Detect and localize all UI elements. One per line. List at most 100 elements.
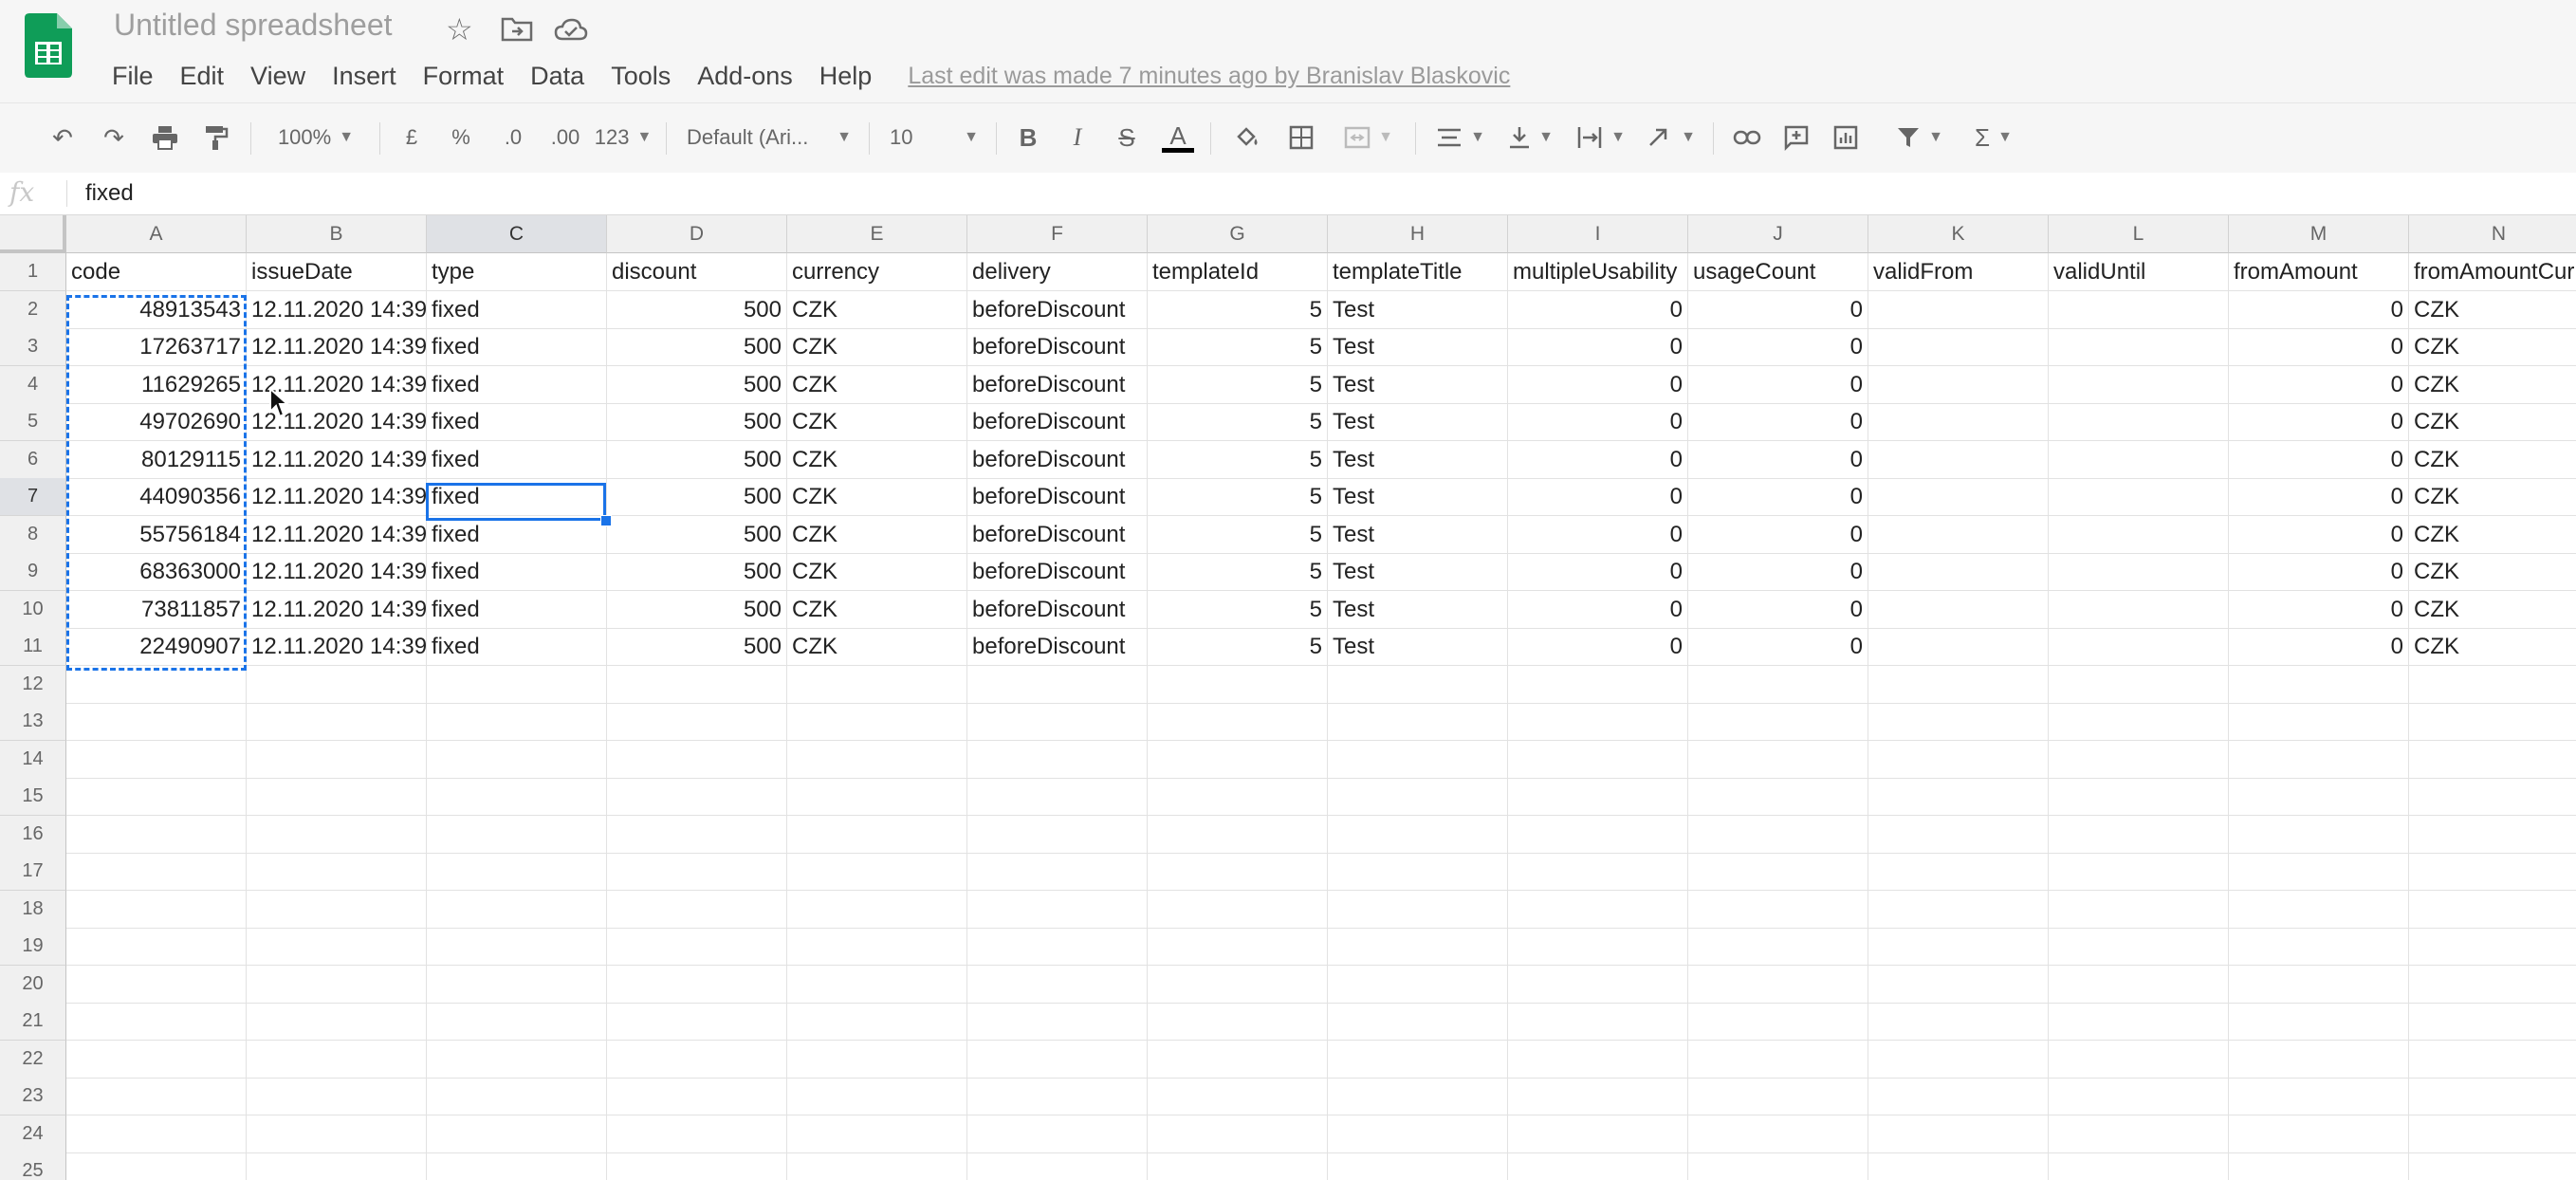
last-edit-link[interactable]: Last edit was made 7 minutes ago by Bran… — [908, 63, 1510, 90]
cell-f8[interactable]: beforeDiscount — [967, 515, 1148, 554]
cell-l16[interactable] — [2049, 815, 2229, 854]
menu-add-ons[interactable]: Add-ons — [684, 62, 806, 91]
cell-j23[interactable] — [1688, 1078, 1868, 1115]
cell-b10[interactable]: 12.11.2020 14:39 — [247, 590, 427, 629]
star-icon[interactable]: ☆ — [446, 11, 473, 47]
cell-h3[interactable]: Test — [1328, 328, 1508, 366]
cell-d17[interactable] — [607, 853, 787, 891]
cell-f22[interactable] — [967, 1040, 1148, 1079]
cell-b3[interactable]: 12.11.2020 14:39 — [247, 328, 427, 366]
cell-j8[interactable]: 0 — [1688, 515, 1868, 554]
cell-j22[interactable] — [1688, 1040, 1868, 1079]
cell-c10[interactable]: fixed — [427, 590, 607, 629]
cell-k9[interactable] — [1868, 553, 2049, 591]
column-header-e[interactable]: E — [787, 215, 967, 253]
column-header-a[interactable]: A — [66, 215, 247, 253]
cell-d1[interactable]: discount — [607, 253, 787, 291]
cell-l22[interactable] — [2049, 1040, 2229, 1079]
cell-e8[interactable]: CZK — [787, 515, 967, 554]
cell-i3[interactable]: 0 — [1508, 328, 1688, 366]
cell-g3[interactable]: 5 — [1148, 328, 1328, 366]
borders-icon[interactable] — [1282, 119, 1320, 157]
cell-a9[interactable]: 68363000 — [66, 553, 247, 591]
cell-h10[interactable]: Test — [1328, 590, 1508, 629]
cell-d3[interactable]: 500 — [607, 328, 787, 366]
cell-b15[interactable] — [247, 778, 427, 816]
cell-d10[interactable]: 500 — [607, 590, 787, 629]
cell-i13[interactable] — [1508, 703, 1688, 741]
cell-c7[interactable]: fixed — [427, 478, 607, 516]
cell-e3[interactable]: CZK — [787, 328, 967, 366]
cell-b22[interactable] — [247, 1040, 427, 1079]
cell-g11[interactable]: 5 — [1148, 628, 1328, 666]
row-header-13[interactable]: 13 — [0, 703, 66, 741]
cell-e5[interactable]: CZK — [787, 403, 967, 441]
cell-n2[interactable]: CZK — [2409, 291, 2576, 329]
cell-e9[interactable]: CZK — [787, 553, 967, 591]
cell-a2[interactable]: 48913543 — [66, 290, 247, 329]
cell-l23[interactable] — [2049, 1078, 2229, 1115]
cell-d4[interactable]: 500 — [607, 365, 787, 404]
redo-icon[interactable]: ↷ — [95, 119, 133, 157]
cell-h25[interactable] — [1328, 1152, 1508, 1180]
cell-l7[interactable] — [2049, 478, 2229, 516]
cell-j1[interactable]: usageCount — [1688, 253, 1868, 291]
row-header-6[interactable]: 6 — [0, 440, 66, 479]
cell-n21[interactable] — [2409, 1003, 2576, 1041]
row-header-20[interactable]: 20 — [0, 965, 66, 1004]
cell-g14[interactable] — [1148, 740, 1328, 779]
italic-button[interactable]: I — [1058, 119, 1096, 157]
cell-k1[interactable]: validFrom — [1868, 253, 2049, 291]
row-header-9[interactable]: 9 — [0, 553, 66, 591]
cell-i11[interactable]: 0 — [1508, 628, 1688, 666]
cell-j17[interactable] — [1688, 853, 1868, 891]
cell-d15[interactable] — [607, 778, 787, 816]
row-header-18[interactable]: 18 — [0, 890, 66, 929]
cell-j4[interactable]: 0 — [1688, 365, 1868, 404]
cell-b12[interactable] — [247, 665, 427, 704]
cell-c23[interactable] — [427, 1078, 607, 1115]
cell-l5[interactable] — [2049, 403, 2229, 441]
cell-h24[interactable] — [1328, 1115, 1508, 1153]
cell-e19[interactable] — [787, 928, 967, 966]
column-header-i[interactable]: I — [1508, 215, 1688, 253]
cell-n4[interactable]: CZK — [2409, 366, 2576, 404]
cell-h22[interactable] — [1328, 1040, 1508, 1079]
cell-d12[interactable] — [607, 665, 787, 704]
cell-d5[interactable]: 500 — [607, 403, 787, 441]
row-header-10[interactable]: 10 — [0, 590, 66, 629]
column-header-n[interactable]: N — [2409, 215, 2576, 253]
cell-i16[interactable] — [1508, 815, 1688, 854]
cell-g13[interactable] — [1148, 703, 1328, 741]
cell-g10[interactable]: 5 — [1148, 590, 1328, 629]
column-header-g[interactable]: G — [1148, 215, 1328, 253]
text-wrapping-icon[interactable]: ▼ — [1571, 119, 1631, 157]
cell-j10[interactable]: 0 — [1688, 590, 1868, 629]
cell-l4[interactable] — [2049, 365, 2229, 404]
cell-n15[interactable] — [2409, 778, 2576, 816]
cell-n22[interactable] — [2409, 1041, 2576, 1079]
cell-l10[interactable] — [2049, 590, 2229, 629]
cell-f18[interactable] — [967, 890, 1148, 929]
cell-j15[interactable] — [1688, 778, 1868, 816]
cell-m12[interactable] — [2229, 665, 2409, 704]
more-formats-button[interactable]: 123 ▼ — [588, 119, 658, 157]
cell-l20[interactable] — [2049, 965, 2229, 1004]
cell-h18[interactable] — [1328, 890, 1508, 929]
cell-a22[interactable] — [66, 1040, 247, 1079]
cell-l6[interactable] — [2049, 440, 2229, 479]
cell-i2[interactable]: 0 — [1508, 290, 1688, 329]
cell-e11[interactable]: CZK — [787, 628, 967, 666]
cell-i23[interactable] — [1508, 1078, 1688, 1115]
cell-e22[interactable] — [787, 1040, 967, 1079]
cell-b14[interactable] — [247, 740, 427, 779]
cell-e15[interactable] — [787, 778, 967, 816]
cell-l12[interactable] — [2049, 665, 2229, 704]
cell-m2[interactable]: 0 — [2229, 290, 2409, 329]
cell-a24[interactable] — [66, 1115, 247, 1153]
cell-j13[interactable] — [1688, 703, 1868, 741]
cell-n23[interactable] — [2409, 1078, 2576, 1115]
cell-g4[interactable]: 5 — [1148, 365, 1328, 404]
cell-i19[interactable] — [1508, 928, 1688, 966]
cell-j6[interactable]: 0 — [1688, 440, 1868, 479]
